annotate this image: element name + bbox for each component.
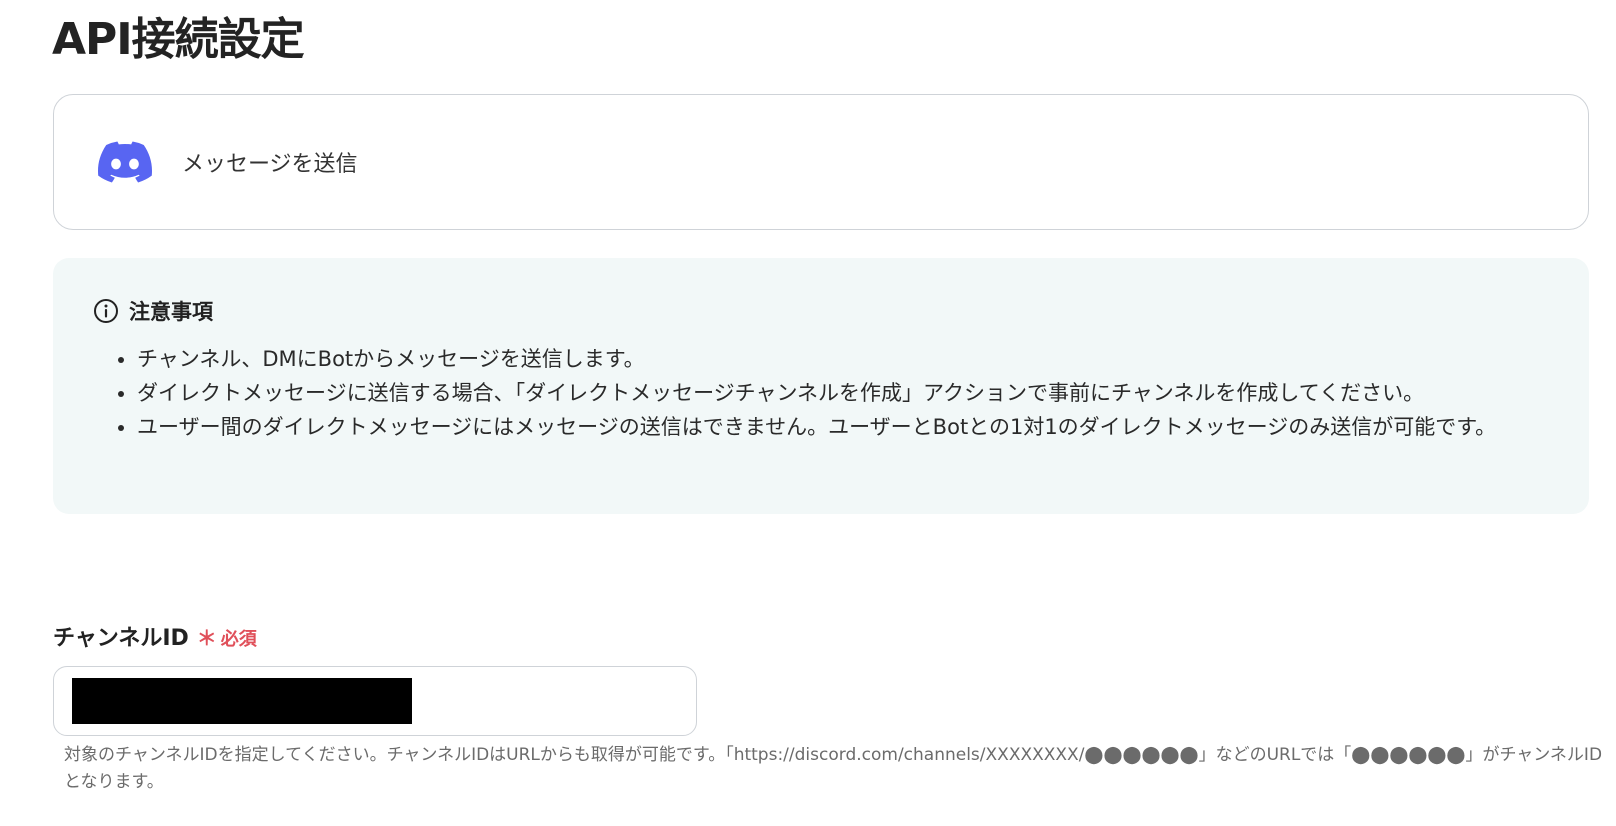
action-card[interactable]: メッセージを送信 [53, 94, 1589, 230]
channel-id-label: チャンネルID [53, 626, 189, 651]
page: API接続設定 メッセージを送信 注意事項 チャンネル、DMにBotからメッセー… [0, 0, 1616, 826]
notice-item: チャンネル、DMにBotからメッセージを送信します。 [137, 342, 1575, 376]
notice-heading: 注意事項 [93, 296, 213, 326]
notice-item: ユーザー間のダイレクトメッセージにはメッセージの送信はできません。ユーザーとBo… [137, 410, 1575, 444]
notice-title: 注意事項 [129, 300, 213, 324]
channel-id-help-text: 対象のチャンネルIDを指定してください。チャンネルIDはURLからも取得が可能で… [64, 745, 1603, 792]
redacted-value [72, 678, 412, 724]
notice-item: ダイレクトメッセージに送信する場合、「ダイレクトメッセージチャンネルを作成」アク… [137, 376, 1575, 410]
notice-list: チャンネル、DMにBotからメッセージを送信します。 ダイレクトメッセージに送信… [115, 342, 1575, 444]
discord-icon [98, 141, 152, 183]
required-asterisk: ＊ [196, 626, 217, 650]
channel-id-input[interactable] [53, 666, 697, 736]
info-icon [94, 299, 118, 323]
action-name: メッセージを送信 [182, 152, 358, 177]
required-badge: 必須 [220, 629, 257, 650]
channel-id-label-row: チャンネルID ＊ 必須 [53, 620, 257, 652]
notice-box: 注意事項 チャンネル、DMにBotからメッセージを送信します。 ダイレクトメッセ… [53, 258, 1589, 514]
page-title: API接続設定 [52, 14, 305, 65]
